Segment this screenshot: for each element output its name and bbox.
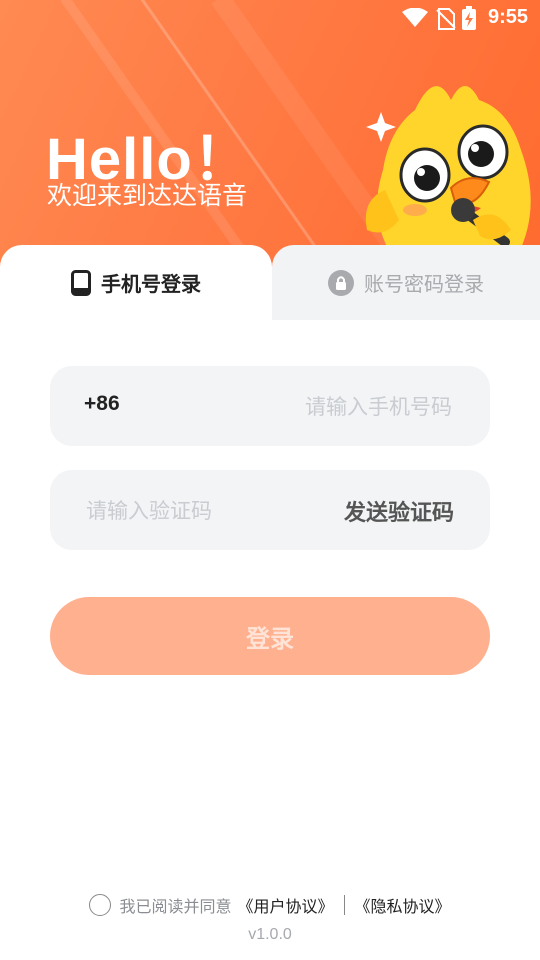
country-code-prefix[interactable]: +86 bbox=[84, 392, 120, 416]
phone-field: +86 bbox=[50, 366, 490, 448]
lock-icon bbox=[328, 269, 354, 296]
status-bar: 9:55 bbox=[0, 0, 540, 38]
phone-icon bbox=[71, 269, 91, 296]
wifi-icon bbox=[402, 8, 428, 27]
no-sim-icon bbox=[436, 8, 456, 30]
privacy-agreement-link[interactable]: 《隐私协议》 bbox=[355, 893, 451, 917]
user-agreement-link[interactable]: 《用户协议》 bbox=[237, 893, 333, 917]
code-field: 发送验证码 bbox=[50, 470, 490, 552]
agree-checkbox[interactable] bbox=[89, 894, 112, 916]
status-time: 9:55 bbox=[487, 6, 528, 28]
send-code-button[interactable]: 发送验证码 bbox=[344, 495, 454, 527]
tab-phone-login[interactable]: 手机号登录 bbox=[0, 245, 272, 320]
divider bbox=[343, 895, 345, 915]
tab-label: 手机号登录 bbox=[101, 272, 201, 296]
tab-label: 账号密码登录 bbox=[364, 272, 484, 296]
tab-password-login[interactable]: 账号密码登录 bbox=[272, 245, 540, 320]
duck-mascot-icon bbox=[365, 86, 531, 260]
verification-code-input[interactable] bbox=[84, 470, 308, 552]
battery-charging-icon bbox=[462, 6, 476, 30]
phone-input[interactable] bbox=[200, 366, 454, 448]
agree-text: 我已阅读并同意 bbox=[119, 897, 232, 916]
login-button[interactable]: 登录 bbox=[50, 597, 490, 675]
login-tabs: 手机号登录 账号密码登录 bbox=[0, 245, 540, 320]
app-version: v1.0.0 bbox=[248, 926, 292, 943]
agreement-row: 我已阅读并同意 《用户协议》 《隐私协议》 bbox=[0, 893, 540, 917]
welcome-subtitle: 欢迎来到达达语音 bbox=[47, 181, 248, 210]
